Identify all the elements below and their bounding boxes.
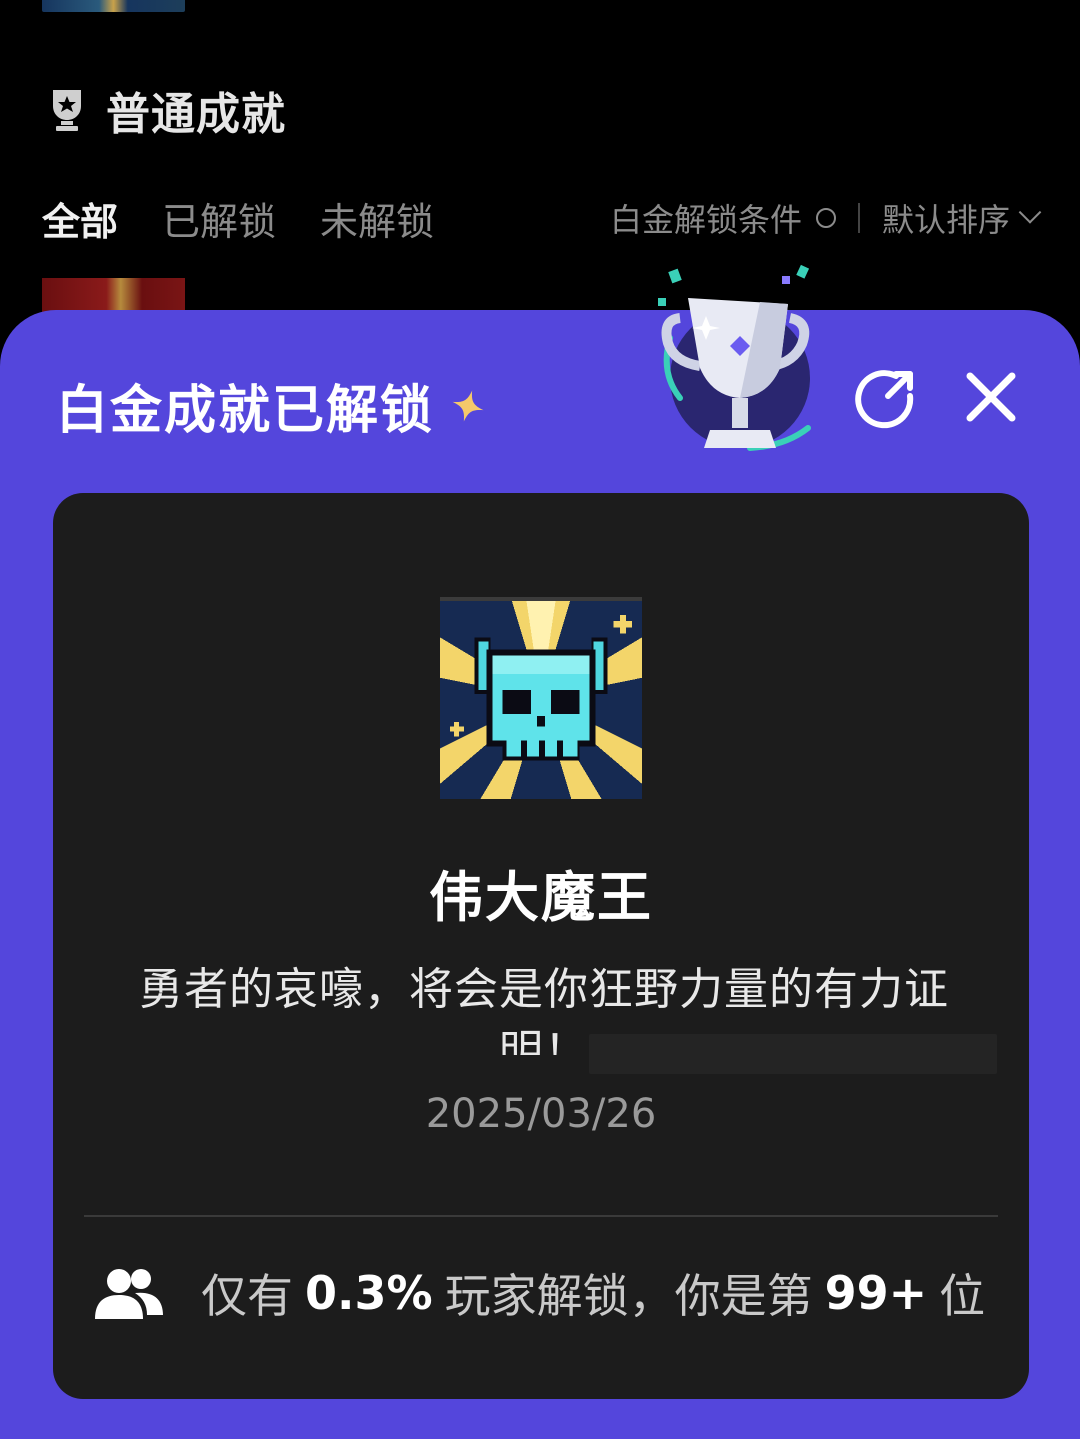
modal-title: 白金成就已解锁 xyxy=(56,381,435,441)
unlock-stats: 仅有 0.3% 玩家解锁，你是第 99+ 位 xyxy=(95,1263,985,1323)
achievement-modal: 白金成就已解锁 伟大魔王 勇者的哀嚎，将会是你狂野力量的有力证明！ 2025/0… xyxy=(0,264,1080,1439)
chevron-down-icon[interactable] xyxy=(1018,201,1042,224)
unlock-date: 2025/03/26 xyxy=(425,1091,657,1137)
platinum-condition-link[interactable]: 白金解锁条件 xyxy=(610,195,802,241)
section-header: 普通成就 xyxy=(50,82,286,140)
divider xyxy=(84,1215,998,1217)
description-overflow-mask xyxy=(589,1034,997,1074)
tab-all[interactable]: 全部 xyxy=(42,191,118,246)
close-icon[interactable] xyxy=(962,368,1020,426)
people-icon xyxy=(95,1269,163,1319)
info-icon[interactable] xyxy=(815,208,836,228)
achievement-card: 伟大魔王 勇者的哀嚎，将会是你狂野力量的有力证明！ 2025/03/26 仅有 … xyxy=(53,493,1029,1399)
achievement-name: 伟大魔王 xyxy=(429,866,653,929)
section-title: 普通成就 xyxy=(106,89,286,140)
divider xyxy=(857,203,860,233)
filter-tools: 白金解锁条件 默认排序 xyxy=(610,195,1042,241)
stats-middle: 玩家解锁，你是第 xyxy=(444,1269,813,1323)
previous-item-thumbnail[interactable] xyxy=(42,0,185,12)
unlock-percent: 0.3% xyxy=(305,1266,433,1320)
tab-locked[interactable]: 未解锁 xyxy=(320,191,434,246)
sort-dropdown[interactable]: 默认排序 xyxy=(882,195,1010,241)
skull-badge xyxy=(440,597,642,799)
modal-title-row: 白金成就已解锁 xyxy=(56,368,488,443)
share-icon[interactable] xyxy=(852,366,918,432)
trophy-illustration xyxy=(658,264,811,451)
tab-unlocked[interactable]: 已解锁 xyxy=(162,191,276,246)
stats-prefix: 仅有 xyxy=(201,1269,293,1323)
player-rank: 99+ xyxy=(824,1266,928,1320)
stats-suffix: 位 xyxy=(939,1269,986,1323)
filter-bar: 全部 已解锁 未解锁 白金解锁条件 默认排序 xyxy=(42,190,1042,246)
trophy-icon xyxy=(53,90,81,131)
sparkle-icon xyxy=(452,390,484,421)
